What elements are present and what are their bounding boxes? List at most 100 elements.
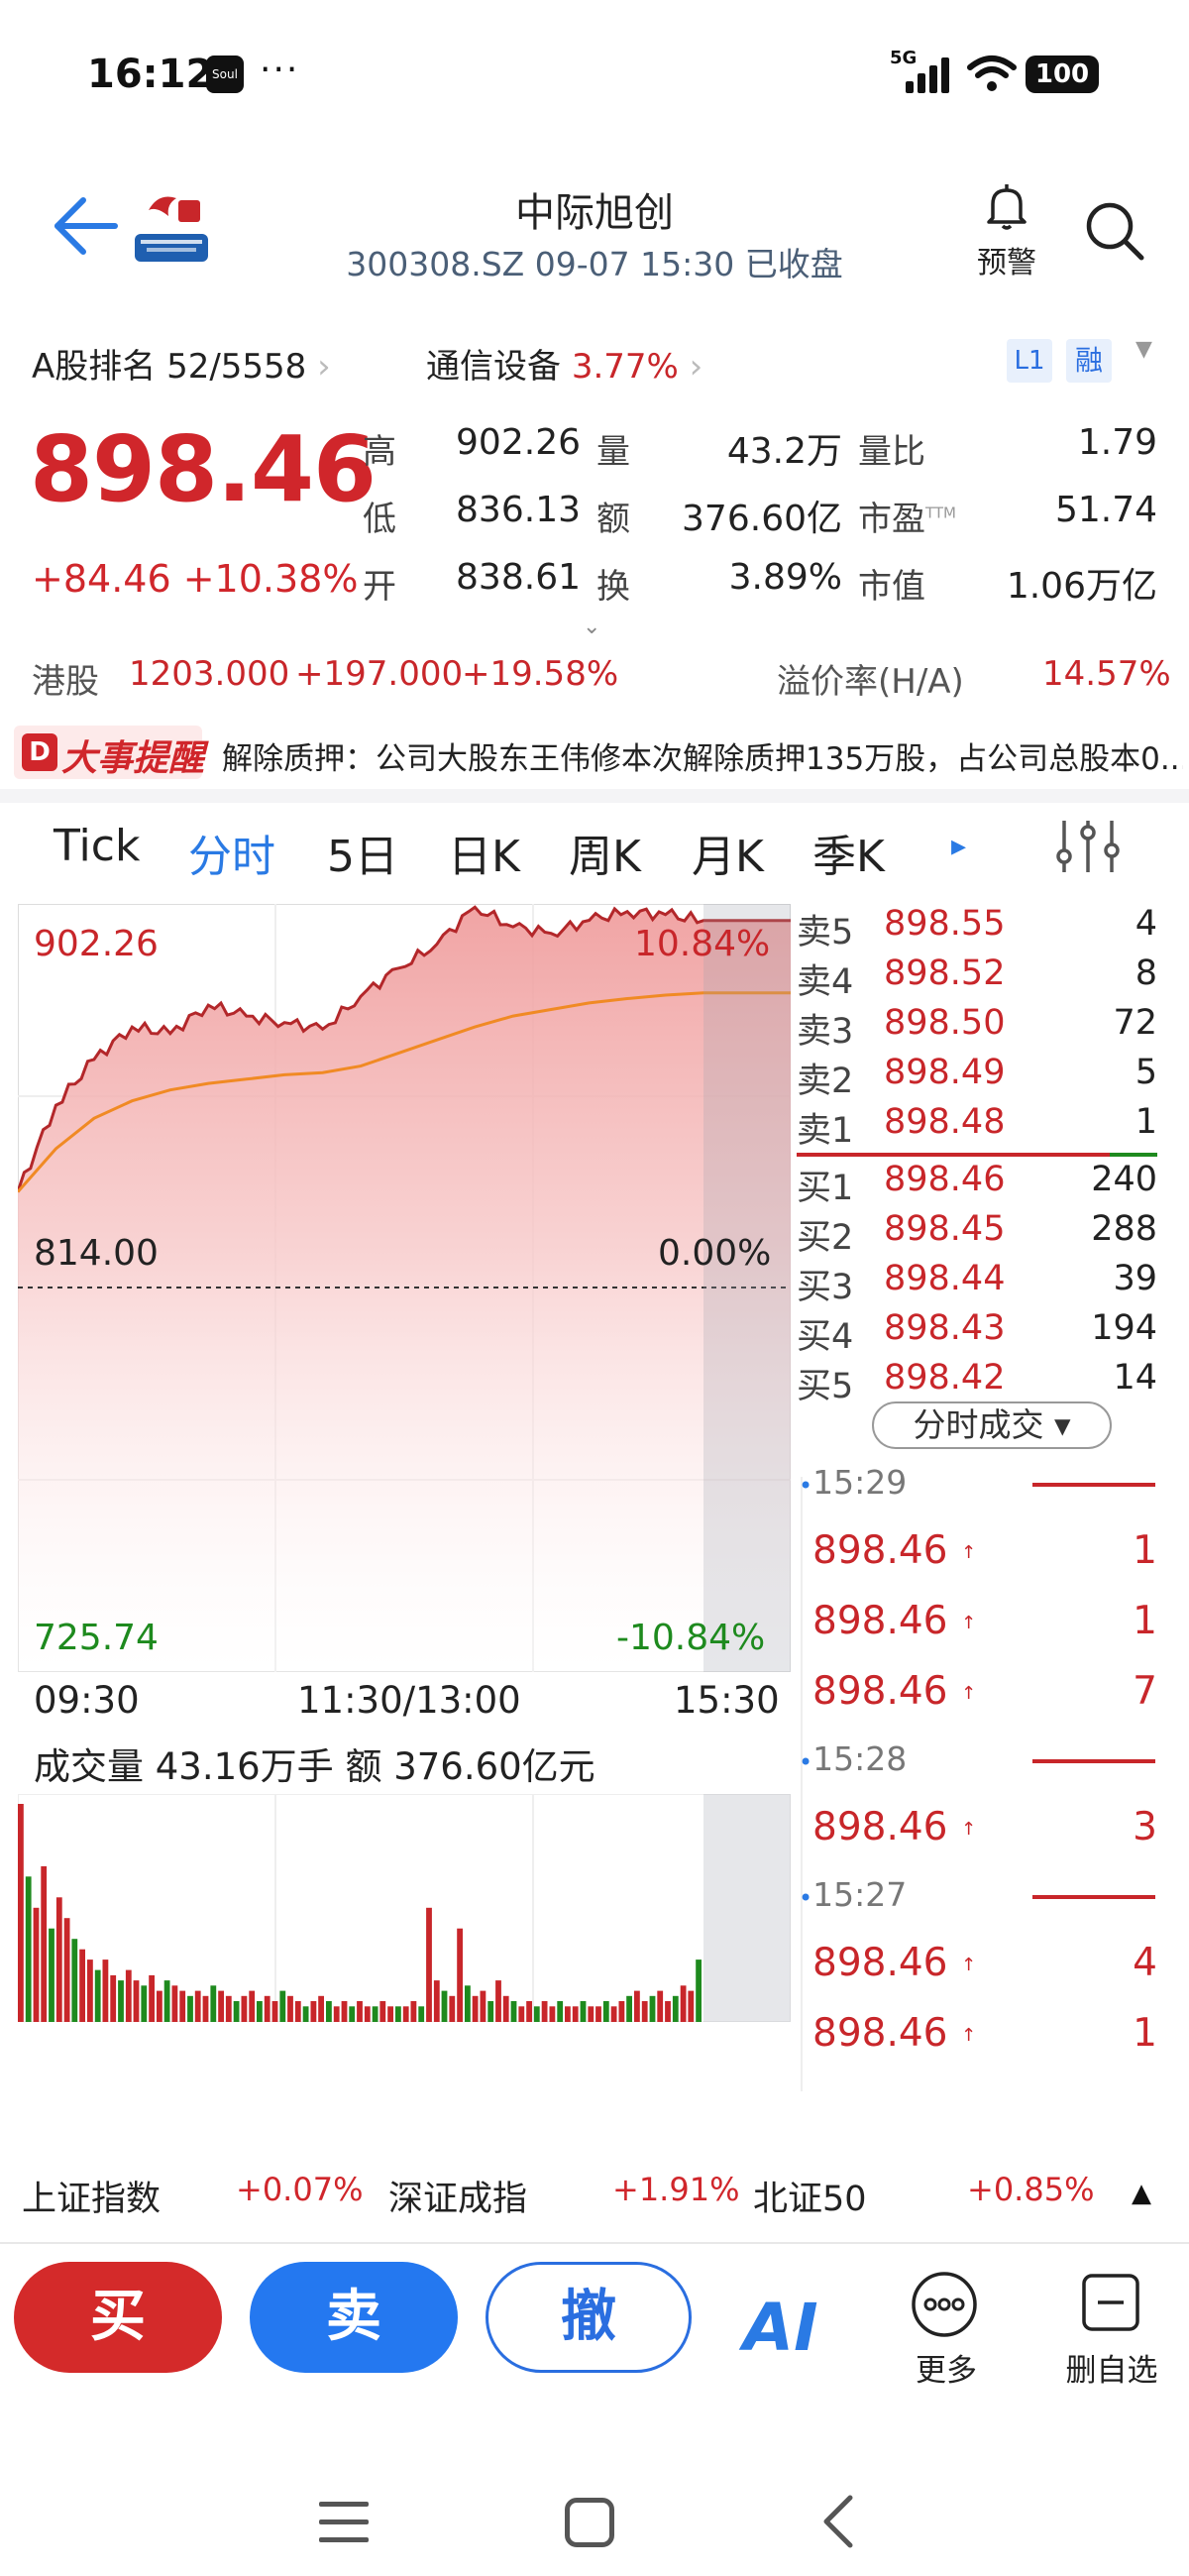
tick-detail-dropdown[interactable]: 分时成交 ▾ — [872, 1401, 1112, 1449]
up-arrow-icon: ↑ — [961, 1955, 977, 1975]
more-notifications-icon: ··· — [260, 50, 300, 90]
stat-value-open: 838.61 — [456, 557, 581, 598]
ai-assistant-button[interactable]: AI — [743, 2290, 818, 2366]
tick-price: 898.46 — [812, 2011, 948, 2056]
tab-weekly-k[interactable]: 周K — [569, 821, 641, 884]
tab-5day[interactable]: 5日 — [327, 821, 398, 884]
stat-label-amount: 额 — [596, 500, 630, 539]
sector-link[interactable]: 通信设备 3.77% › — [426, 339, 703, 388]
stat-value-pe: 51.74 — [1054, 490, 1157, 530]
signal-icon — [906, 57, 949, 93]
alert-button[interactable] — [971, 178, 1042, 238]
up-arrow-icon: ↑ — [961, 2025, 977, 2046]
stat-label-pe-sup: TTM — [925, 504, 957, 522]
volume-bar — [595, 2006, 601, 2022]
expand-chevron-icon[interactable]: ⌄ — [583, 615, 600, 639]
more-label[interactable]: 更多 — [892, 2345, 1001, 2390]
status-time: 16:12 — [87, 52, 214, 97]
tab-more-arrow-icon[interactable]: ▸ — [951, 829, 966, 863]
volume-bar — [133, 1980, 140, 2022]
volume-bar — [71, 1939, 78, 2022]
volume-bar — [341, 2001, 348, 2022]
level-price: 898.46 — [884, 1160, 1006, 1199]
ask-row[interactable]: 卖4 898.52 8 — [797, 953, 1163, 1003]
ask-row[interactable]: 卖2 898.49 5 — [797, 1053, 1163, 1102]
bid-row[interactable]: 买2 898.45 288 — [797, 1209, 1163, 1259]
cancel-order-button[interactable]: 撤 — [486, 2262, 692, 2373]
chart-settings-icon[interactable] — [1050, 815, 1126, 878]
expand-up-icon[interactable]: ▲ — [1132, 2179, 1151, 2208]
l1-badge[interactable]: L1 — [1007, 339, 1052, 383]
alert-label[interactable]: 预警 — [957, 238, 1056, 281]
remove-watchlist-label[interactable]: 删自选 — [1048, 2345, 1175, 2390]
tab-monthly-k[interactable]: 月K — [692, 821, 764, 884]
volume-chart[interactable] — [18, 1794, 791, 2022]
sell-button[interactable]: 卖 — [250, 2262, 458, 2373]
bid-row[interactable]: 买5 898.42 14 — [797, 1358, 1163, 1407]
a-share-rank[interactable]: A股排名 52/5558 › — [32, 339, 331, 388]
volume-bar — [257, 2001, 263, 2022]
volume-bar — [402, 2006, 409, 2022]
tick-time-text: 15:27 — [812, 1875, 908, 1914]
volume-bar — [426, 1907, 432, 2022]
search-icon[interactable] — [1080, 196, 1149, 266]
ask-row[interactable]: 卖5 898.55 4 — [797, 904, 1163, 953]
recent-apps-icon[interactable] — [319, 2502, 369, 2543]
level-price: 898.45 — [884, 1209, 1006, 1249]
level-qty: 8 — [1135, 953, 1157, 993]
volume-bar — [287, 1995, 293, 2022]
tab-daily-k[interactable]: 日K — [448, 821, 520, 884]
index-name-sh[interactable]: 上证指数 — [22, 2171, 161, 2221]
tick-group-time: •15:29 — [799, 1463, 907, 1502]
volume-bar — [580, 2001, 587, 2022]
ask-row[interactable]: 卖1 898.48 1 — [797, 1102, 1163, 1152]
volume-bar — [194, 1990, 201, 2022]
remove-watchlist-icon[interactable] — [1080, 2272, 1141, 2333]
tab-intraday[interactable]: 分时 — [188, 821, 275, 884]
volume-bar — [364, 2006, 371, 2022]
tick-qty: 4 — [1133, 1941, 1157, 1985]
volume-bar — [249, 1990, 256, 2022]
stock-code-time: 300308.SZ 09-07 15:30 已收盘 — [346, 245, 843, 283]
volume-bar — [480, 1990, 486, 2022]
buy-button[interactable]: 买 — [14, 2262, 222, 2373]
volume-bar — [618, 2001, 625, 2022]
tick-time-text: 15:29 — [812, 1463, 908, 1502]
tick-group-line — [1032, 1895, 1155, 1899]
level-price: 898.43 — [884, 1308, 1006, 1348]
ask-row[interactable]: 卖3 898.50 72 — [797, 1003, 1163, 1053]
chevron-down-icon[interactable]: ▼ — [1135, 337, 1152, 362]
index-name-bj[interactable]: 北证50 — [753, 2171, 867, 2221]
index-name-sz[interactable]: 深证成指 — [388, 2171, 527, 2221]
tab-quarterly-k[interactable]: 季K — [812, 821, 885, 884]
volume-bar — [487, 2001, 494, 2022]
volume-bar — [510, 2001, 517, 2022]
volume-bar — [572, 2006, 579, 2022]
volume-bar — [349, 2006, 356, 2022]
more-icon[interactable] — [910, 2270, 979, 2339]
premium-label: 溢价率(H/A) — [777, 662, 964, 702]
tick-price: 898.46 — [812, 1669, 948, 1714]
hk-label[interactable]: 港股 — [32, 654, 99, 703]
tab-tick[interactable]: Tick — [54, 821, 140, 871]
level-price: 898.52 — [884, 953, 1006, 993]
back-arrow-icon[interactable] — [44, 186, 123, 266]
news-tag[interactable]: 大事提醒 — [61, 729, 204, 781]
nav-back-icon[interactable] — [814, 2492, 864, 2551]
section-divider — [0, 789, 1189, 803]
margin-badge[interactable]: 融 — [1066, 339, 1112, 383]
price-change: +84.46 +10.38% — [32, 557, 359, 601]
intraday-chart[interactable] — [18, 904, 791, 1672]
soul-app-icon: Soul — [206, 56, 244, 93]
bid-row[interactable]: 买3 898.44 39 — [797, 1259, 1163, 1308]
chevron-right-icon: › — [317, 347, 331, 387]
home-icon[interactable] — [565, 2498, 614, 2547]
bid-row[interactable]: 买1 898.46 240 — [797, 1160, 1163, 1209]
volume-bar — [163, 1980, 170, 2022]
level-qty: 14 — [1113, 1358, 1157, 1398]
news-ticker-text[interactable]: 解除质押：公司大股东王伟修本次解除质押135万股，占公司总股本0... — [222, 733, 1183, 778]
index-pct-bj: +0.85% — [967, 2171, 1095, 2208]
bid-row[interactable]: 买4 898.43 194 — [797, 1308, 1163, 1358]
hk-price: 1203.000 — [129, 654, 290, 694]
volume-bar — [557, 2001, 564, 2022]
